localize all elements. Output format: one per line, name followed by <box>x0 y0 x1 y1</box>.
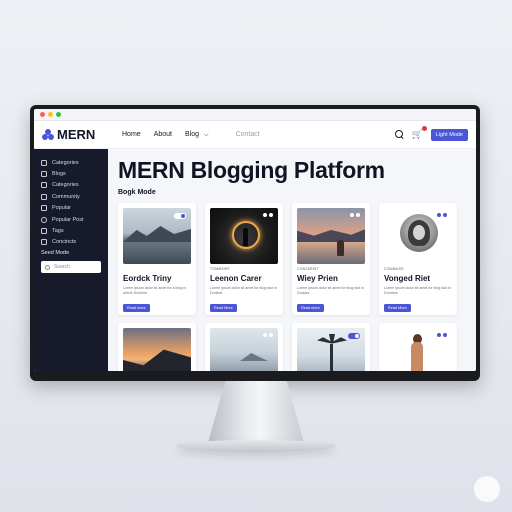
read-more-button[interactable]: Read more <box>123 304 150 312</box>
read-more-button[interactable]: Read More <box>210 304 237 312</box>
nav-link-home[interactable]: Home <box>122 131 141 138</box>
logo-text: MERN <box>57 127 96 142</box>
cart-icon[interactable]: 🛒 <box>412 126 427 140</box>
blog-card[interactable] <box>292 323 370 371</box>
card-tag: TOMMSIRT <box>210 267 231 271</box>
cart-badge <box>421 126 427 131</box>
main-content: MERN Blogging Platform Bogk Mode Eordck … <box>108 149 476 371</box>
card-title: Wiey Prien <box>297 274 338 283</box>
read-more-button[interactable]: Read More <box>384 304 411 312</box>
blog-card[interactable] <box>118 323 196 371</box>
sidebar-item-concincts[interactable]: Concincts <box>41 237 101 248</box>
search-placeholder: Search <box>54 264 70 271</box>
browser-strip <box>34 109 476 121</box>
toggle-icon[interactable] <box>348 333 360 339</box>
list-icon <box>41 205 47 212</box>
sidebar-section-title: Seed Mode <box>41 250 70 257</box>
card-title: Leenon Carer <box>210 274 262 283</box>
search-icon[interactable] <box>394 130 404 139</box>
tag-icon <box>41 228 47 235</box>
sidebar-item-label: Categories <box>52 182 79 189</box>
card-image <box>210 208 278 264</box>
card-title: Vonged Riet <box>384 274 431 283</box>
light-mode-button[interactable]: Light Mode <box>430 128 468 141</box>
card-tag <box>123 267 191 271</box>
sidebar-item-blogs[interactable]: Blogs <box>41 168 101 179</box>
card-image <box>384 328 452 371</box>
blog-card-grid: Eordck Triny Lorem ipsum dolor sit amet … <box>118 203 466 371</box>
card-tag: COMMUSS <box>384 267 404 271</box>
sidebar-item-label: Popular Post <box>52 216 84 223</box>
nav-link-blog[interactable]: Blog ⌵ <box>185 131 209 139</box>
nav-link-blog-label: Blog <box>184 130 199 138</box>
more-options-icon[interactable] <box>437 333 447 337</box>
sidebar-item-label: Community <box>52 193 80 200</box>
home-icon <box>41 171 47 178</box>
card-image <box>297 208 365 264</box>
window-close-dot[interactable] <box>40 112 45 117</box>
grid-icon <box>41 159 47 166</box>
blog-card[interactable]: CONTARIST Wiey Prien Lorem ipsum dolor s… <box>292 203 370 315</box>
card-title: Eordck Triny <box>123 274 172 283</box>
card-image <box>123 328 191 371</box>
section-label: Bogk Mode <box>118 189 156 196</box>
more-options-icon[interactable] <box>263 333 273 337</box>
search-icon <box>45 264 50 270</box>
nav-link-about[interactable]: About <box>154 131 172 138</box>
sidebar-item-community[interactable]: Community <box>41 191 101 202</box>
card-image <box>384 208 452 264</box>
app-body: Categories Blogs Categories Community Po… <box>34 149 476 371</box>
sidebar-item-categories-2[interactable]: Categories <box>41 180 101 191</box>
blog-card[interactable] <box>379 323 457 371</box>
watermark-icon: ✦ <box>474 476 500 502</box>
settings-icon <box>41 239 47 246</box>
top-navbar: MERN Home About Blog ⌵ Contact 🛒 Light Mo… <box>34 121 476 149</box>
read-more-button[interactable]: Read more <box>297 304 324 312</box>
sidebar-item-popular-post[interactable]: Popular Post <box>41 214 101 225</box>
sidebar-item-label: Tags <box>52 228 64 235</box>
card-image <box>123 208 191 264</box>
sidebar-item-tags[interactable]: Tags <box>41 225 101 236</box>
nav-link-contact[interactable]: Contact <box>236 131 260 138</box>
window-maximize-dot[interactable] <box>56 112 61 117</box>
document-icon <box>41 193 47 200</box>
sidebar-search-input[interactable]: Search <box>41 261 101 274</box>
window-minimize-dot[interactable] <box>48 112 53 117</box>
card-tag: CONTARIST <box>297 267 319 271</box>
logo[interactable]: MERN <box>42 127 122 142</box>
sidebar-item-categories[interactable]: Categories <box>41 157 101 168</box>
blog-card[interactable]: COMMUSS Vonged Riet Lorem ipsum dolor si… <box>379 203 457 315</box>
nav-links: Home About Blog ⌵ Contact <box>122 131 260 139</box>
more-options-icon[interactable] <box>350 213 360 217</box>
card-excerpt: Lorem ipsum dolor sit amet for blog fact… <box>384 286 451 295</box>
nav-actions: 🛒 Light Mode <box>394 126 468 141</box>
blog-card[interactable]: Eordck Triny Lorem ipsum dolor sit amet … <box>118 203 196 315</box>
sidebar-item-label: Categories <box>52 159 79 166</box>
sidebar-item-label: Popular <box>52 205 71 212</box>
page-title: MERN Blogging Platform <box>118 157 385 183</box>
sidebar-item-label: Concincts <box>52 239 77 246</box>
location-icon <box>41 216 47 223</box>
logo-icon <box>42 129 54 140</box>
card-excerpt: Lorem ipsum dolor sit amet for blog fact… <box>297 286 364 295</box>
monitor-frame: MERN Home About Blog ⌵ Contact 🛒 Light Mo… <box>30 105 480 381</box>
more-options-icon[interactable] <box>263 213 273 217</box>
monitor-base <box>176 440 336 452</box>
sidebar-item-label: Blogs <box>52 171 66 178</box>
card-image <box>297 328 365 371</box>
chevron-down-icon: ⌵ <box>204 131 209 138</box>
sidebar-item-popular[interactable]: Popular <box>41 203 101 214</box>
toggle-icon[interactable] <box>174 213 186 219</box>
card-excerpt: Lorem ipsum dolor sit amet for a blog in… <box>123 286 187 295</box>
card-image <box>210 328 278 371</box>
card-excerpt: Lorem ipsum dolor sit amet for blog fact… <box>210 286 277 295</box>
screen: MERN Home About Blog ⌵ Contact 🛒 Light Mo… <box>34 109 476 371</box>
monitor-stand <box>208 381 304 443</box>
sidebar: Categories Blogs Categories Community Po… <box>34 149 108 371</box>
more-options-icon[interactable] <box>437 213 447 217</box>
blog-card[interactable] <box>205 323 283 371</box>
blog-card[interactable]: TOMMSIRT Leenon Carer Lorem ipsum dolor … <box>205 203 283 315</box>
folder-icon <box>41 182 47 189</box>
